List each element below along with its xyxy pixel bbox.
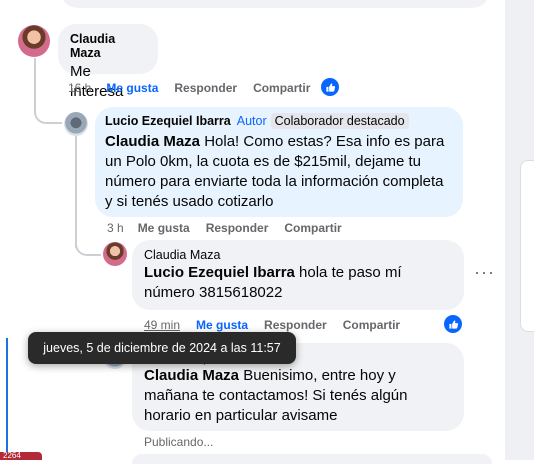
previous-comment-bubble: [60, 0, 490, 8]
more-dots-icon[interactable]: ···: [474, 263, 494, 286]
like-button[interactable]: Me gusta: [196, 318, 248, 332]
comment-timestamp[interactable]: 49 min: [144, 318, 180, 332]
avatar[interactable]: [18, 25, 50, 57]
comment-text: Claudia Maza Hola! Como estas? Esa info …: [105, 132, 453, 212]
reply-button[interactable]: Responder: [264, 318, 327, 332]
share-button[interactable]: Compartir: [343, 318, 400, 332]
next-comment-bubble: [132, 454, 492, 464]
like-button[interactable]: Me gusta: [106, 81, 158, 95]
mention-link[interactable]: Claudia Maza: [105, 133, 200, 150]
comment-timestamp[interactable]: 16 h: [68, 81, 91, 95]
thread-connector: [75, 228, 101, 256]
top-contributor-badge: Colaborador destacado: [270, 113, 409, 129]
comment-author[interactable]: Claudia Maza: [70, 32, 146, 60]
comment-timestamp[interactable]: 3 h: [107, 221, 124, 235]
comment-actions: 49 min Me gusta Responder Compartir: [144, 318, 400, 332]
posting-status: Publicando...: [144, 435, 214, 449]
like-thumb-icon[interactable]: [321, 78, 339, 96]
like-thumb-icon[interactable]: [444, 315, 462, 333]
comment-bubble: Claudia Maza Me interesa: [58, 24, 158, 100]
share-button[interactable]: Compartir: [253, 81, 310, 95]
timestamp-tooltip: jueves, 5 de diciembre de 2024 a las 11:…: [28, 332, 296, 364]
scroll-indicator: [6, 338, 8, 460]
comment-text: Lucio Ezequiel Ibarra hola te paso mí nú…: [144, 263, 452, 303]
comment-bubble: Lucio Ezequiel Ibarra Autor Colaborador …: [95, 107, 463, 217]
comment-author[interactable]: Lucio Ezequiel Ibarra: [105, 114, 231, 128]
like-button[interactable]: Me gusta: [138, 221, 190, 235]
right-panel-card: [520, 160, 534, 332]
avatar[interactable]: [64, 112, 88, 136]
counter-badge: 2264: [0, 452, 42, 460]
comment-bubble: Claudia Maza Lucio Ezequiel Ibarra hola …: [132, 240, 464, 310]
comment-actions: 16 h Me gusta Responder Compartir: [68, 81, 310, 95]
thread-connector: [34, 92, 62, 124]
comment-actions: 3 h Me gusta Responder Compartir: [107, 221, 342, 235]
avatar[interactable]: [103, 242, 127, 266]
reply-button[interactable]: Responder: [206, 221, 269, 235]
comment-author[interactable]: Claudia Maza: [144, 248, 452, 262]
share-button[interactable]: Compartir: [284, 221, 341, 235]
comment-text: Claudia Maza Buenisimo, entre hoy y maña…: [144, 366, 452, 426]
author-badge: Autor: [236, 114, 267, 128]
reply-button[interactable]: Responder: [174, 81, 237, 95]
mention-link[interactable]: Claudia Maza: [144, 367, 239, 384]
mention-link[interactable]: Lucio Ezequiel Ibarra: [144, 264, 295, 281]
